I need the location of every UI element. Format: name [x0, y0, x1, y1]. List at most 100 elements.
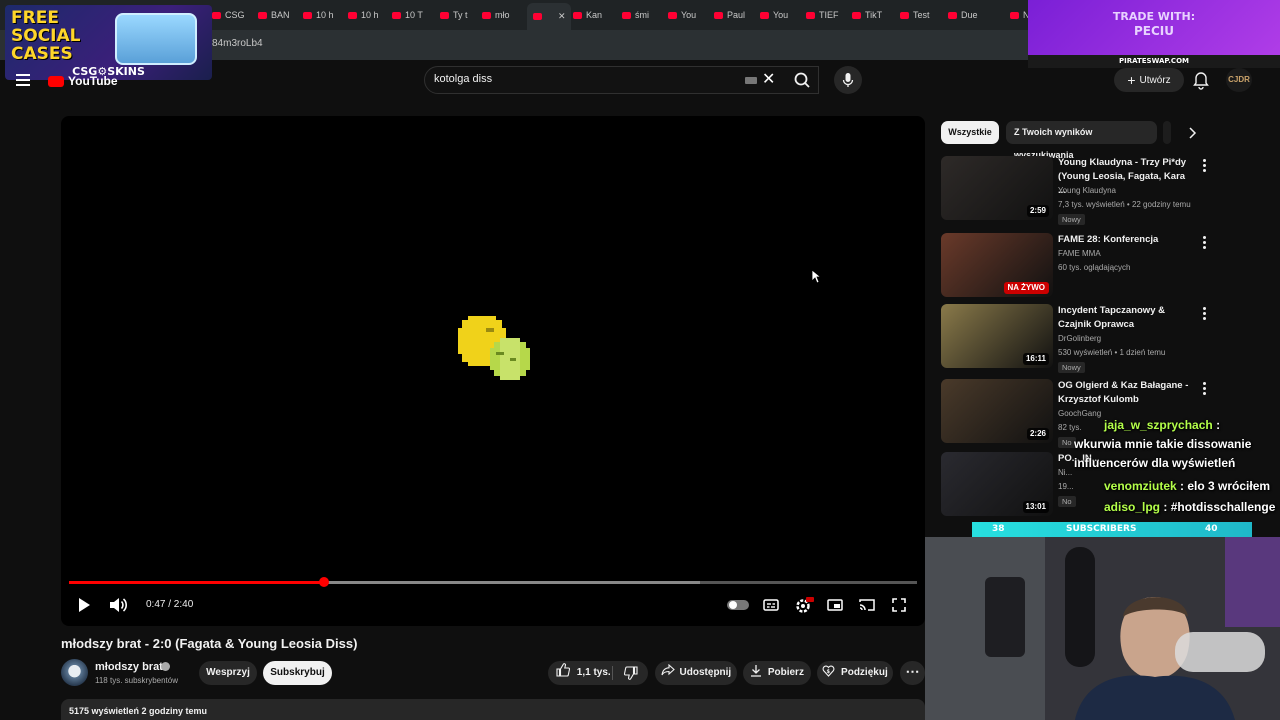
- chip-partial[interactable]: [1163, 121, 1171, 144]
- live-badge: NA ŻYWO: [1003, 282, 1049, 294]
- recommendation-channel[interactable]: FAME MMA: [1058, 249, 1101, 258]
- bell-icon[interactable]: [1192, 70, 1210, 90]
- browser-tab[interactable]: 10 h: [303, 6, 343, 24]
- play-icon[interactable]: [75, 596, 93, 614]
- like-button[interactable]: 1,1 tys.: [548, 661, 648, 685]
- case-image: [115, 13, 197, 65]
- support-button[interactable]: Wesprzyj: [199, 661, 257, 685]
- tab-favicon: [852, 11, 861, 19]
- browser-tab[interactable]: śmi: [622, 6, 662, 24]
- browser-tab[interactable]: 10 h: [348, 6, 388, 24]
- recommendation-thumbnail[interactable]: 2:59: [941, 156, 1053, 220]
- promo-overlay: FREE SOCIAL CASES CSG⚙SKINS: [5, 5, 212, 80]
- promo-line-2: SOCIAL: [11, 26, 81, 46]
- browser-tab[interactable]: You: [760, 6, 800, 24]
- description-meta: 5175 wyświetleń 2 godziny temu: [69, 706, 208, 716]
- search-value[interactable]: kotolga diss: [434, 73, 492, 85]
- browser-tab[interactable]: TIEF: [806, 6, 846, 24]
- search-button[interactable]: [785, 66, 819, 94]
- browser-tab[interactable]: Kan: [573, 6, 613, 24]
- close-icon[interactable]: ✕: [762, 72, 775, 88]
- channel-name[interactable]: młodszy brat: [95, 661, 163, 673]
- tab-favicon: [1010, 11, 1019, 19]
- thanks-button[interactable]: $ Podziękuj: [817, 661, 893, 685]
- tab-favicon: [760, 11, 769, 19]
- recommendation-title[interactable]: Incydent Tapczanowy & Czajnik Oprawca: [1058, 304, 1193, 332]
- thumbs-down-icon[interactable]: [624, 666, 638, 680]
- kebab-menu-icon[interactable]: [1203, 236, 1206, 251]
- recommendation-thumbnail[interactable]: 2:26: [941, 379, 1053, 443]
- tab-label: 10 h: [361, 10, 379, 20]
- recommendation-thumbnail[interactable]: NA ŻYWO: [941, 233, 1053, 297]
- tab-label: CSG: [225, 10, 245, 20]
- browser-tab[interactable]: 10 T: [392, 6, 432, 24]
- kebab-menu-icon[interactable]: [1203, 382, 1206, 397]
- url-text[interactable]: 84m3roLb4: [212, 38, 263, 49]
- youtube-logo[interactable]: YouTube: [48, 74, 118, 88]
- trade-overlay: TRADE WITH: PECIU PIRATESWAP.COM: [1028, 0, 1280, 68]
- recommendation-channel[interactable]: GoochGang: [1058, 409, 1101, 418]
- miniplayer-icon[interactable]: [826, 596, 844, 614]
- autoplay-toggle[interactable]: [727, 600, 749, 610]
- subscribe-button[interactable]: Subskrybuj: [263, 661, 332, 685]
- video-frame-graphic: [458, 316, 530, 380]
- trade-site: PIRATESWAP.COM: [1028, 55, 1280, 68]
- recommendation-channel[interactable]: Young Klaudyna: [1058, 186, 1116, 195]
- volume-icon[interactable]: [108, 596, 128, 614]
- kebab-menu-icon[interactable]: [1203, 159, 1206, 174]
- subtitles-icon[interactable]: [762, 596, 780, 614]
- cast-icon[interactable]: [858, 596, 876, 614]
- create-button[interactable]: + Utwórz: [1114, 68, 1184, 92]
- recommendation-meta: 7,3 tys. wyświetleń • 22 godziny temu: [1058, 200, 1191, 209]
- share-button[interactable]: Udostępnij: [655, 661, 737, 685]
- trade-line-1: TRADE WITH:: [1112, 10, 1196, 23]
- browser-tab[interactable]: BAN: [258, 6, 298, 24]
- browser-tab[interactable]: Paul: [714, 6, 754, 24]
- recommendation-title[interactable]: OG Olgierd & Kaz Bałagane - Krzysztof Ku…: [1058, 379, 1193, 407]
- browser-tab[interactable]: ✕: [527, 3, 571, 30]
- settings-icon[interactable]: [794, 596, 814, 614]
- browser-tab[interactable]: Ty t: [440, 6, 480, 24]
- menu-icon[interactable]: [16, 74, 30, 86]
- recommendation-thumbnail[interactable]: 13:01: [941, 452, 1053, 516]
- promo-line-1: FREE: [11, 8, 59, 28]
- account-avatar[interactable]: CJDR: [1226, 68, 1252, 92]
- browser-tab[interactable]: You: [668, 6, 708, 24]
- recommendation-thumbnail[interactable]: 16:11: [941, 304, 1053, 368]
- recommendation-item[interactable]: 2:59 Young Klaudyna - Trzy Pi*dy (Young L…: [941, 156, 1261, 225]
- thanks-icon: $: [822, 665, 835, 677]
- browser-tab[interactable]: TikT: [852, 6, 892, 24]
- recommendation-channel[interactable]: DrGolinberg: [1058, 334, 1101, 343]
- channel-avatar[interactable]: [61, 659, 88, 686]
- chip-from-search[interactable]: Z Twoich wyników wyszukiwania: [1006, 121, 1157, 160]
- tab-favicon: [533, 13, 542, 20]
- thumbs-up-icon: [556, 663, 571, 677]
- more-actions-button[interactable]: ⋯: [900, 661, 925, 685]
- tab-favicon: [806, 11, 815, 19]
- chat-username: jaja_w_szprychach: [1104, 418, 1213, 432]
- fullscreen-icon[interactable]: [890, 596, 908, 614]
- verified-icon: [161, 662, 170, 671]
- like-count: 1,1 tys.: [576, 667, 611, 678]
- browser-tab[interactable]: Due: [948, 6, 988, 24]
- keyboard-icon[interactable]: [745, 77, 757, 84]
- chevron-right-icon[interactable]: [1187, 127, 1197, 139]
- duration-badge: 13:01: [1022, 501, 1049, 513]
- chip-all[interactable]: Wszystkie: [941, 121, 999, 144]
- tab-label: Paul: [727, 10, 746, 20]
- recommendation-item[interactable]: NA ŻYWO FAME 28: Konferencja FAME MMA 60 ty…: [941, 233, 1261, 301]
- tab-close-icon[interactable]: ✕: [558, 11, 566, 22]
- recommendation-meta: 60 tys. oglądających: [1058, 263, 1131, 272]
- tab-favicon: [573, 11, 582, 19]
- recommendation-item[interactable]: 16:11 Incydent Tapczanowy & Czajnik Opraw…: [941, 304, 1261, 373]
- progress-scrubber[interactable]: [319, 577, 330, 587]
- mic-button[interactable]: [834, 66, 862, 94]
- download-button[interactable]: Pobierz: [743, 661, 811, 685]
- browser-tab[interactable]: Test: [900, 6, 940, 24]
- browser-tab[interactable]: CSG: [212, 6, 252, 24]
- share-label: Udostępnij: [679, 667, 732, 678]
- video-player[interactable]: 0:47 / 2:40: [61, 116, 925, 626]
- kebab-menu-icon[interactable]: [1203, 307, 1206, 322]
- recommendation-title[interactable]: FAME 28: Konferencja: [1058, 233, 1193, 247]
- browser-tab[interactable]: mło: [482, 6, 522, 24]
